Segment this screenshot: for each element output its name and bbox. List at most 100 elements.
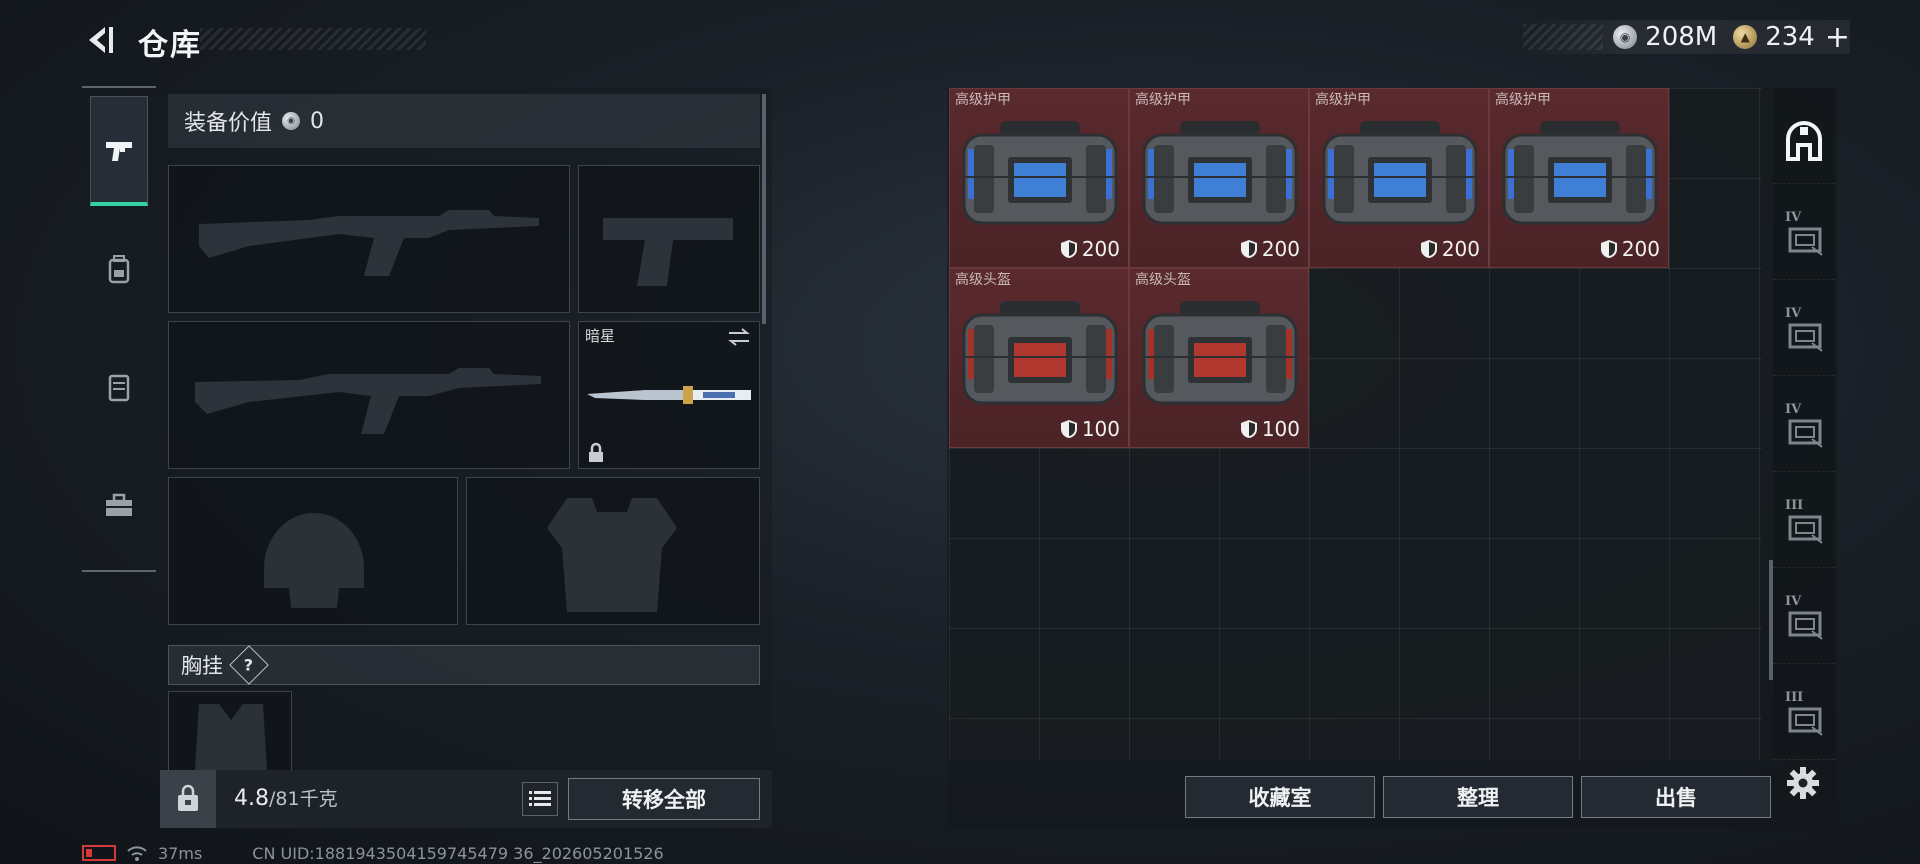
storage-panel: 高级护甲 200 高级护甲 200 高级护甲 200 高级护甲 200 高级头盔 100 高级头盔 1…	[947, 88, 1837, 828]
chest-rig-silhouette-icon	[195, 704, 267, 770]
storage-rail-tab[interactable]: IV	[1773, 386, 1835, 472]
equipment-tab-rail	[82, 86, 156, 572]
duffel-bag-icon	[1142, 121, 1298, 225]
sell-button[interactable]: 出售	[1581, 776, 1771, 818]
shield-icon	[1240, 240, 1257, 258]
helmet-silhouette-icon	[264, 513, 364, 608]
durability-value: 200	[1261, 237, 1300, 261]
shield-icon	[1060, 240, 1077, 258]
swap-icon[interactable]	[725, 326, 753, 348]
organize-button[interactable]: 整理	[1383, 776, 1573, 818]
help-button[interactable]: ?	[229, 645, 269, 685]
tab-weapons[interactable]	[90, 96, 148, 206]
item-durability: 200	[1240, 237, 1300, 261]
ping-value: 37ms	[158, 843, 203, 863]
page-title: 仓库	[138, 28, 202, 63]
storage-rail-tab[interactable]	[1773, 98, 1835, 184]
item-name: 高级护甲	[1495, 92, 1551, 108]
storage-item[interactable]: 高级护甲 200	[1489, 88, 1669, 268]
item-durability: 200	[1060, 237, 1120, 261]
helmet-slot[interactable]	[168, 477, 458, 625]
primary-weapon-slot[interactable]	[168, 165, 570, 313]
equipment-value-amount: 0	[310, 108, 325, 134]
currency-silver: ◉ 208M	[1613, 22, 1717, 52]
list-icon	[529, 791, 551, 806]
duffel-bag-icon	[1322, 121, 1478, 225]
chest-rig-slot[interactable]	[168, 691, 292, 771]
storage-home-icon	[1786, 120, 1822, 161]
list-view-button[interactable]	[522, 782, 558, 816]
uid-text: CN UID:1881943504159745479 36_2026052015…	[252, 843, 664, 863]
tier-label: IV	[1785, 210, 1802, 225]
secondary-weapon-slot[interactable]	[168, 321, 570, 469]
storage-item[interactable]: 高级护甲 200	[1309, 88, 1489, 268]
pistol-silhouette-icon	[603, 218, 733, 286]
transfer-all-button[interactable]: 转移全部	[568, 778, 760, 820]
storage-item[interactable]: 高级头盔 100	[1129, 268, 1309, 448]
battery-icon	[82, 845, 116, 861]
help-mark: ?	[244, 655, 254, 675]
tab-toolbox[interactable]	[90, 450, 148, 560]
equipment-bottom-bar: 4.8/81千克 转移全部	[160, 770, 772, 828]
shield-icon	[1060, 420, 1077, 438]
duffel-bag-icon	[1502, 121, 1658, 225]
rifle-silhouette-icon	[195, 368, 541, 434]
equipment-value-bar: 装备价值 ◉ 0	[168, 94, 760, 148]
durability-value: 200	[1621, 237, 1660, 261]
chest-rig-header: 胸挂 ?	[168, 645, 760, 685]
equipment-scrollbar[interactable]	[762, 94, 766, 324]
collection-room-button[interactable]: 收藏室	[1185, 776, 1375, 818]
item-name: 高级头盔	[1135, 272, 1191, 288]
item-name: 高级护甲	[1315, 92, 1371, 108]
storage-rail-tab[interactable]: III	[1773, 674, 1835, 760]
item-durability: 200	[1600, 237, 1660, 261]
tier-label: IV	[1785, 306, 1802, 321]
bag-lock-icon	[178, 784, 198, 811]
melee-slot[interactable]: 暗星	[578, 321, 760, 469]
storage-rail-tab[interactable]: III	[1773, 482, 1835, 568]
currency-gold-value: 234	[1765, 22, 1815, 52]
storage-tab-rail: IV IV IV III IV III	[1773, 88, 1835, 760]
tier-label: III	[1785, 690, 1804, 705]
armor-slot[interactable]	[466, 477, 760, 625]
item-name: 高级护甲	[1135, 92, 1191, 108]
storage-rail-tab[interactable]: IV	[1773, 578, 1835, 664]
settings-button[interactable]	[1780, 760, 1826, 806]
gear-icon	[1787, 767, 1819, 799]
lock-icon	[589, 442, 603, 462]
storage-item[interactable]: 高级头盔 100	[949, 268, 1129, 448]
equipment-panel: 装备价值 ◉ 0 暗星 胸挂 ? 4.8/81千克 转移全部	[160, 88, 772, 828]
tier-label: III	[1785, 498, 1804, 513]
shield-icon	[1420, 240, 1437, 258]
item-name: 高级头盔	[955, 272, 1011, 288]
chest-rig-label: 胸挂	[181, 654, 223, 678]
item-name: 高级护甲	[955, 92, 1011, 108]
currency-gold: ▲ 234 +	[1733, 20, 1850, 55]
item-durability: 200	[1420, 237, 1480, 261]
weight-readout: 4.8/81千克	[234, 784, 338, 811]
duffel-bag-icon	[1142, 301, 1298, 405]
vest-icon	[108, 374, 130, 402]
pistol-slot[interactable]	[578, 165, 760, 313]
tab-vest[interactable]	[90, 332, 148, 442]
back-button[interactable]	[82, 22, 118, 58]
melee-slot-name: 暗星	[585, 327, 616, 345]
storage-rail-tab[interactable]: IV	[1773, 194, 1835, 280]
item-durability: 100	[1060, 417, 1120, 441]
tier-label: IV	[1785, 402, 1802, 417]
storage-rail-tab[interactable]: IV	[1773, 290, 1835, 376]
storage-item[interactable]: 高级护甲 200	[1129, 88, 1309, 268]
item-durability: 100	[1240, 417, 1300, 441]
tier-label: IV	[1785, 594, 1802, 609]
storage-item[interactable]: 高级护甲 200	[949, 88, 1129, 268]
toolbox-icon	[106, 493, 132, 516]
add-currency-icon[interactable]: +	[1825, 20, 1850, 55]
storage-grid[interactable]: 高级护甲 200 高级护甲 200 高级护甲 200 高级护甲 200 高级头盔 100 高级头盔 1…	[949, 88, 1762, 760]
duffel-bag-icon	[962, 121, 1118, 225]
gold-coin-icon: ▲	[1733, 25, 1758, 49]
shield-icon	[1240, 420, 1257, 438]
backpack-lock-button[interactable]	[160, 770, 216, 828]
tab-backpack[interactable]	[90, 214, 148, 324]
wifi-icon	[127, 846, 147, 861]
weight-current: 4.8	[234, 786, 269, 811]
